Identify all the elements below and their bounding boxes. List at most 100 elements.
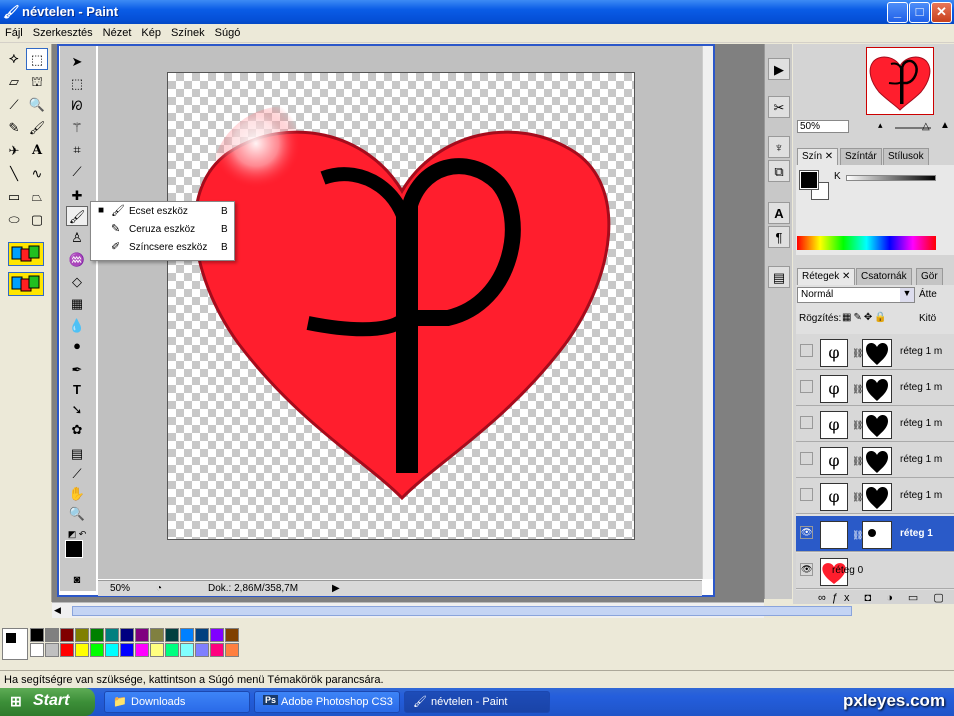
- visibility-toggle[interactable]: [800, 416, 813, 429]
- layer-row[interactable]: 👁 réteg 0: [796, 553, 954, 589]
- palette-swatch[interactable]: [30, 643, 44, 657]
- polygon-icon[interactable]: ⏢: [26, 186, 48, 208]
- navigator-thumbnail[interactable]: [866, 47, 934, 115]
- layer-row[interactable]: φ ⛓ réteg 1 m: [796, 370, 954, 406]
- layer-row[interactable]: φ ⛓ réteg 1 m: [796, 442, 954, 478]
- menu-item-brush[interactable]: ■ 🖌 Ecset eszköz B: [91, 203, 234, 221]
- document-info-icon[interactable]: ◔: [156, 583, 162, 594]
- layer-mask-thumbnail[interactable]: [862, 375, 892, 403]
- character-panel-icon[interactable]: A: [768, 202, 790, 224]
- ps-eraser-icon[interactable]: ◇: [66, 272, 88, 292]
- menu-help[interactable]: Súgó: [210, 24, 246, 39]
- close-button[interactable]: ✕: [931, 2, 952, 23]
- color-spectrum[interactable]: [797, 236, 936, 250]
- palette-swatch[interactable]: [180, 643, 194, 657]
- taskbar-downloads[interactable]: 📁 Downloads: [104, 691, 250, 713]
- palette-swatch[interactable]: [210, 628, 224, 642]
- palette-swatch[interactable]: [210, 643, 224, 657]
- minimize-button[interactable]: _: [887, 2, 908, 23]
- fill-bucket-icon[interactable]: ⛫: [26, 71, 48, 93]
- layer-row[interactable]: 👁 φ ⛓ réteg 1: [796, 516, 954, 552]
- color-picker-icon[interactable]: ⟋: [3, 94, 25, 116]
- transparent-canvas[interactable]: [167, 72, 635, 540]
- layer-mask-thumbnail[interactable]: [862, 447, 892, 475]
- quick-mask-icon[interactable]: ◙: [66, 570, 88, 590]
- zoom-in-icon[interactable]: ▲: [940, 120, 950, 131]
- document-vertical-scrollbar[interactable]: [702, 46, 713, 579]
- free-select-icon[interactable]: ⯎: [3, 48, 25, 70]
- palette-swatch[interactable]: [225, 643, 239, 657]
- history-brush-icon[interactable]: ♒: [66, 250, 88, 270]
- layer-actions[interactable]: ∞ƒx ◘ ◑ ▭ ▢: [818, 591, 950, 604]
- blur-tool-icon[interactable]: 💧: [66, 316, 88, 336]
- stamp-tool-icon[interactable]: ♙: [66, 228, 88, 248]
- palette-swatch[interactable]: [165, 628, 179, 642]
- palette-swatch[interactable]: [120, 643, 134, 657]
- slice-tool-icon[interactable]: ⟋: [66, 162, 88, 182]
- line-icon[interactable]: ╲: [3, 163, 25, 185]
- palette-swatch[interactable]: [150, 643, 164, 657]
- type-tool-icon[interactable]: T: [66, 380, 88, 400]
- rect-select-icon[interactable]: ⬚: [26, 48, 48, 70]
- move-tool-icon[interactable]: ➤: [66, 52, 88, 72]
- current-colors[interactable]: [2, 628, 28, 660]
- menu-image[interactable]: Kép: [136, 24, 166, 39]
- rounded-rect-icon[interactable]: ▢: [26, 209, 48, 231]
- crop-tool-icon[interactable]: ⌗: [66, 140, 88, 160]
- color-panel-fg-swatch[interactable]: [799, 170, 819, 190]
- clone-panel-icon[interactable]: ⧉: [768, 160, 790, 182]
- brush-tool-icon[interactable]: 🖌: [66, 206, 88, 226]
- visibility-toggle[interactable]: [800, 344, 813, 357]
- tab-styles[interactable]: Stílusok: [883, 148, 929, 165]
- layer-row[interactable]: φ ⛓ réteg 1 m: [796, 406, 954, 442]
- airbrush-icon[interactable]: ✈: [3, 140, 25, 162]
- palette-swatch[interactable]: [45, 643, 59, 657]
- menu-item-color-replace[interactable]: ✐ Színcsere eszköz B: [91, 239, 234, 257]
- palette-swatch[interactable]: [75, 628, 89, 642]
- menu-colors[interactable]: Színek: [166, 24, 210, 39]
- notes-tool-icon[interactable]: ▤: [66, 444, 88, 464]
- lasso-tool-icon[interactable]: ᘗ: [66, 96, 88, 116]
- palette-swatch[interactable]: [195, 643, 209, 657]
- palette-swatch[interactable]: [105, 643, 119, 657]
- tab-layers[interactable]: Rétegek ✕: [797, 268, 856, 285]
- layer-mask-thumbnail[interactable]: [862, 521, 892, 549]
- layer-comps-icon[interactable]: ▤: [768, 266, 790, 288]
- paragraph-panel-icon[interactable]: ¶: [768, 226, 790, 248]
- palette-swatch[interactable]: [135, 643, 149, 657]
- curve-icon[interactable]: ∿: [26, 163, 48, 185]
- menu-file[interactable]: Fájl: [0, 24, 28, 39]
- tools-icon[interactable]: ✂: [768, 96, 790, 118]
- taskbar-paint[interactable]: 🖌 névtelen - Paint: [404, 691, 550, 713]
- status-arrow-icon[interactable]: ▶: [332, 583, 340, 594]
- k-channel-slider[interactable]: [846, 175, 936, 181]
- ellipse-icon[interactable]: ⬭: [3, 209, 25, 231]
- tab-paths[interactable]: Gör: [916, 268, 943, 285]
- eye-icon[interactable]: 👁: [800, 563, 813, 576]
- navigator-zoom-field[interactable]: 50%: [797, 120, 849, 133]
- palette-swatch[interactable]: [90, 628, 104, 642]
- layer-row[interactable]: φ ⛓ réteg 1 m: [796, 334, 954, 370]
- layer-mask-thumbnail[interactable]: [862, 411, 892, 439]
- taskbar-photoshop[interactable]: Ps Adobe Photoshop CS3: [254, 691, 400, 713]
- dodge-tool-icon[interactable]: ●: [66, 336, 88, 356]
- layer-mask-thumbnail[interactable]: [862, 483, 892, 511]
- palette-swatch[interactable]: [60, 643, 74, 657]
- tab-channels[interactable]: Csatornák: [856, 268, 912, 285]
- path-select-icon[interactable]: ➘: [66, 400, 88, 420]
- start-button[interactable]: ⊞ Start: [0, 688, 95, 716]
- eraser-icon[interactable]: ▱: [3, 71, 25, 93]
- layer-row[interactable]: φ ⛓ réteg 1 m: [796, 478, 954, 514]
- palette-swatch[interactable]: [225, 628, 239, 642]
- scroll-left-icon[interactable]: ◀: [54, 605, 61, 616]
- eye-icon[interactable]: 👁: [800, 526, 813, 539]
- palette-swatch[interactable]: [75, 643, 89, 657]
- foreground-color-swatch[interactable]: [65, 540, 83, 558]
- text-icon[interactable]: A: [26, 140, 48, 162]
- healing-brush-icon[interactable]: ✚: [66, 186, 88, 206]
- scroll-thumb[interactable]: [72, 606, 852, 616]
- play-icon[interactable]: ▶: [768, 58, 790, 80]
- menu-view[interactable]: Nézet: [98, 24, 137, 39]
- palette-swatch[interactable]: [165, 643, 179, 657]
- palette-swatch[interactable]: [150, 628, 164, 642]
